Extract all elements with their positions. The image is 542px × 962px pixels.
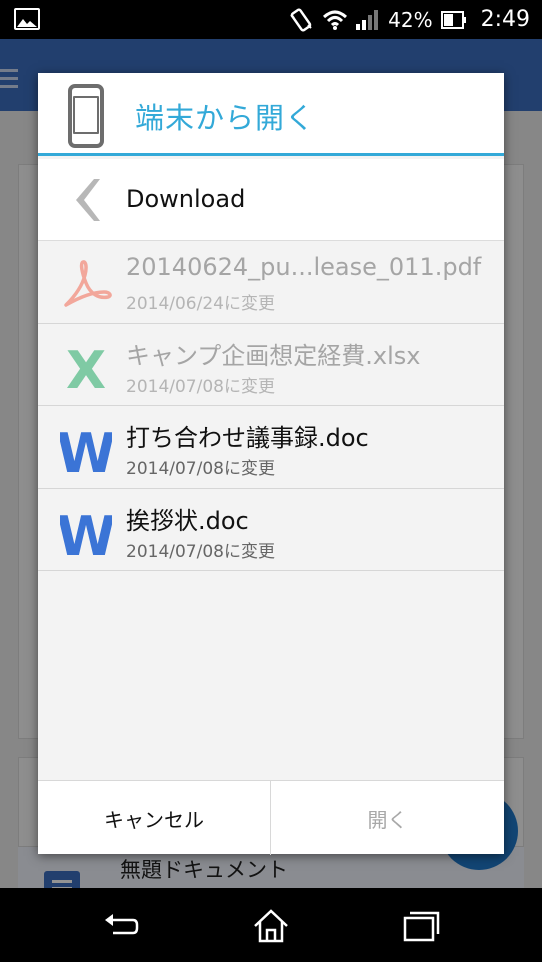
home-nav-icon[interactable] <box>251 906 291 946</box>
dialog-header: 端末から開く <box>38 73 504 156</box>
dialog-title: 端末から開く <box>135 101 316 135</box>
folder-up-row[interactable]: Download <box>38 159 504 241</box>
file-name: 打ち合わせ議事録.doc <box>126 424 369 452</box>
svg-text:W: W <box>60 505 112 559</box>
status-bar: 42% 2:49 <box>0 0 542 39</box>
open-from-device-dialog: 端末から開く Download 20140624_pu...lease_011.… <box>38 73 504 855</box>
file-row: X キャンプ企画想定経費.xlsx 2014/07/08に変更 <box>38 324 504 406</box>
clock: 2:49 <box>480 7 530 32</box>
battery-percent: 42% <box>388 7 433 32</box>
file-name: キャンプ企画想定経費.xlsx <box>126 341 421 370</box>
vibrate-icon <box>290 7 312 32</box>
signal-icon <box>356 9 379 30</box>
svg-text:W: W <box>60 422 112 476</box>
image-notification-icon <box>14 8 40 30</box>
dialog-button-bar: キャンセル 開く <box>38 780 504 855</box>
battery-icon <box>440 10 466 29</box>
recent-apps-nav-icon[interactable] <box>401 906 441 946</box>
excel-file-icon: X <box>66 341 106 394</box>
file-row[interactable]: W 打ち合わせ議事録.doc 2014/07/08に変更 <box>38 406 504 489</box>
cancel-button[interactable]: キャンセル <box>38 781 271 855</box>
file-name: 20140624_pu...lease_011.pdf <box>126 253 482 281</box>
chevron-left-icon <box>76 179 100 221</box>
back-nav-icon[interactable] <box>101 906 141 946</box>
wifi-icon <box>323 10 348 30</box>
file-modified-date: 2014/07/08に変更 <box>126 541 275 562</box>
word-file-icon: W <box>60 505 112 559</box>
file-name: 挨拶状.doc <box>126 506 249 535</box>
file-modified-date: 2014/07/08に変更 <box>126 376 275 397</box>
file-modified-date: 2014/06/24に変更 <box>126 294 275 314</box>
word-file-icon: W <box>60 422 112 476</box>
svg-text:X: X <box>66 341 106 394</box>
navigation-bar <box>0 888 542 962</box>
file-list: 20140624_pu...lease_011.pdf 2014/06/24に変… <box>38 241 504 571</box>
phone-icon <box>68 84 104 148</box>
file-modified-date: 2014/07/08に変更 <box>126 459 275 479</box>
file-row: 20140624_pu...lease_011.pdf 2014/06/24に変… <box>38 241 504 324</box>
open-button[interactable]: 開く <box>271 781 504 855</box>
file-row[interactable]: W 挨拶状.doc 2014/07/08に変更 <box>38 489 504 571</box>
pdf-file-icon <box>64 260 112 307</box>
folder-name: Download <box>126 185 246 213</box>
